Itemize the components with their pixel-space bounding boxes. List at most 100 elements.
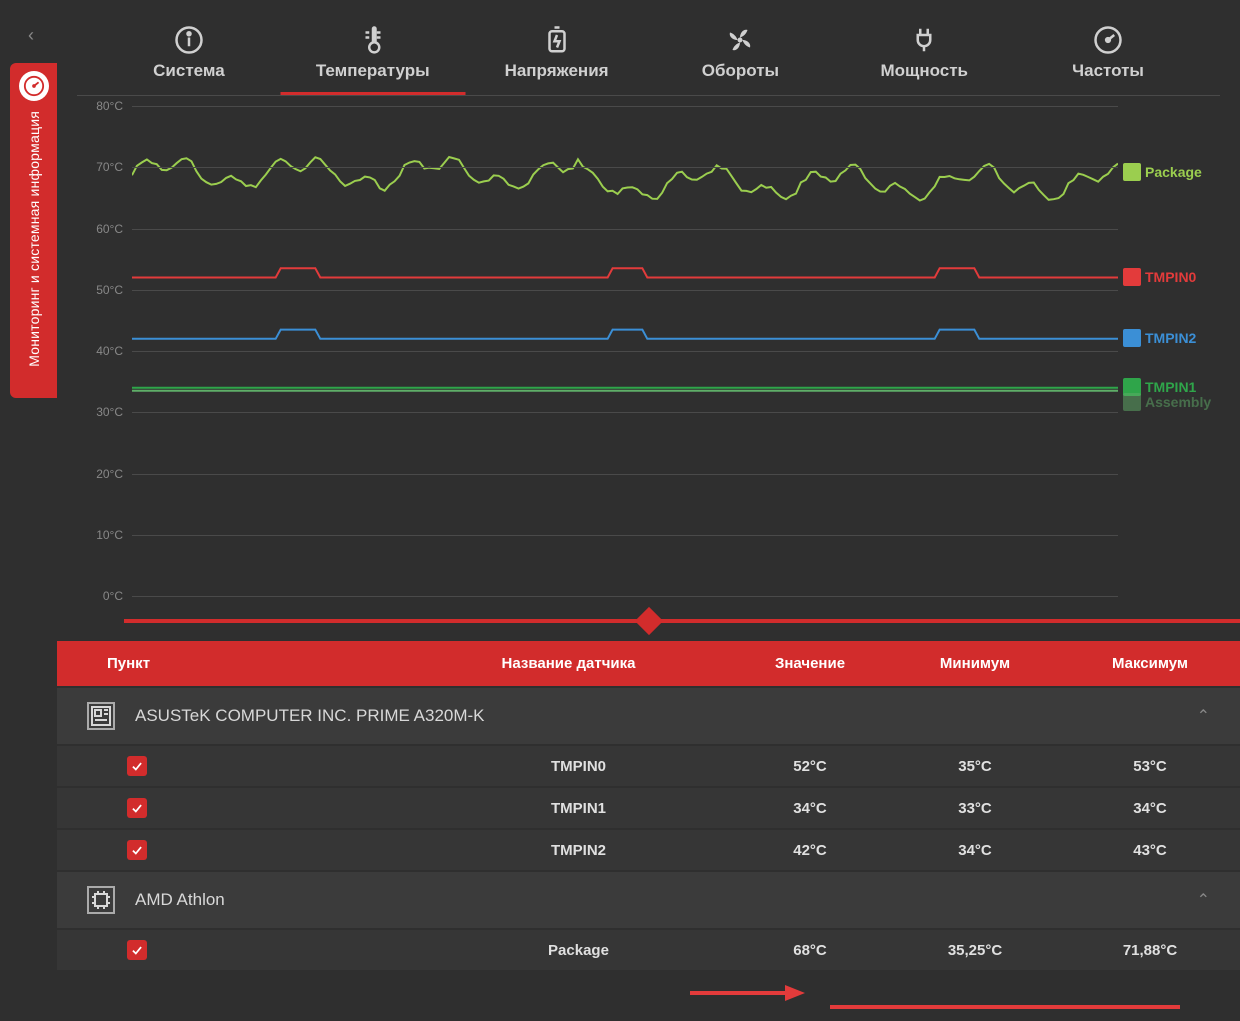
cell-min: 35,25°C xyxy=(890,942,1060,959)
tab-power[interactable]: Мощность xyxy=(832,25,1016,95)
legend-swatch xyxy=(1123,268,1141,286)
col-value: Значение xyxy=(730,655,890,672)
tab-volt[interactable]: Напряжения xyxy=(465,25,649,95)
tab-label: Температуры xyxy=(281,61,465,81)
tab-label: Частоты xyxy=(1016,61,1200,81)
legend-item-assembly[interactable]: Assembly xyxy=(1123,393,1211,411)
legend-label: Package xyxy=(1145,164,1202,180)
table-header-row: Пункт Название датчика Значение Минимум … xyxy=(57,641,1240,686)
plug-icon xyxy=(832,25,1016,55)
chart-line-tmpin2 xyxy=(132,330,1118,339)
cell-min: 33°C xyxy=(890,800,1060,817)
ytick-label: 70°C xyxy=(96,160,123,174)
chevron-up-icon: ⌃ xyxy=(1197,890,1210,910)
ytick-label: 30°C xyxy=(96,405,123,419)
ytick-label: 50°C xyxy=(96,283,123,297)
cell-max: 43°C xyxy=(1060,842,1240,859)
motherboard-icon xyxy=(87,702,115,730)
main-panel: Система Температуры Напряжения Обороты М… xyxy=(57,0,1240,1021)
tab-label: Система xyxy=(97,61,281,81)
ytick-label: 20°C xyxy=(96,467,123,481)
temperature-chart: 0°C10°C20°C30°C40°C50°C60°C70°C80°C Pack… xyxy=(77,106,1220,596)
tab-fans[interactable]: Обороты xyxy=(648,25,832,95)
legend-swatch xyxy=(1123,393,1141,411)
legend-swatch xyxy=(1123,329,1141,347)
row-checkbox[interactable] xyxy=(127,798,147,818)
chart-plot-area xyxy=(132,106,1118,596)
gridline xyxy=(132,351,1118,352)
slider-track xyxy=(124,619,1240,623)
ytick-label: 80°C xyxy=(96,99,123,113)
ytick-label: 0°C xyxy=(103,589,123,603)
gridline xyxy=(132,167,1118,168)
sensors-table: Пункт Название датчика Значение Минимум … xyxy=(57,641,1240,970)
table-row: TMPIN2 42°C 34°C 43°C xyxy=(57,830,1240,870)
cell-max: 71,88°C xyxy=(1060,942,1240,959)
gridline xyxy=(132,535,1118,536)
chart-line-tmpin0 xyxy=(132,268,1118,277)
range-slider[interactable] xyxy=(57,611,1240,631)
thermo-icon xyxy=(281,25,465,55)
tab-system[interactable]: Система xyxy=(97,25,281,95)
cell-value: 68°C xyxy=(730,942,890,959)
legend-item-tmpin2[interactable]: TMPIN2 xyxy=(1123,329,1196,347)
tabs-bar: Система Температуры Напряжения Обороты М… xyxy=(57,0,1240,95)
chart-line-package xyxy=(132,157,1118,201)
cell-min: 35°C xyxy=(890,758,1060,775)
legend-item-package[interactable]: Package xyxy=(1123,163,1202,181)
group-header[interactable]: AMD Athlon ⌃ xyxy=(57,872,1240,928)
cell-max: 34°C xyxy=(1060,800,1240,817)
tab-label: Мощность xyxy=(832,61,1016,81)
group-header[interactable]: ASUSTeK COMPUTER INC. PRIME A320M-K ⌃ xyxy=(57,688,1240,744)
sidebar-tab-monitoring[interactable]: Мониторинг и системная информация xyxy=(10,63,57,398)
cell-sensor: TMPIN0 xyxy=(427,758,730,775)
gauge-icon xyxy=(19,71,49,101)
col-sensor: Название датчика xyxy=(407,655,730,672)
gridline xyxy=(132,106,1118,107)
row-checkbox[interactable] xyxy=(127,756,147,776)
tab-label: Обороты xyxy=(648,61,832,81)
legend-label: Assembly xyxy=(1145,394,1211,410)
cell-min: 34°C xyxy=(890,842,1060,859)
gridline xyxy=(132,290,1118,291)
chevron-up-icon: ⌃ xyxy=(1197,706,1210,726)
group-title: ASUSTeK COMPUTER INC. PRIME A320M-K xyxy=(135,706,485,726)
group-title: AMD Athlon xyxy=(135,890,225,910)
gridline xyxy=(132,596,1118,597)
col-max: Максимум xyxy=(1060,655,1240,672)
col-min: Минимум xyxy=(890,655,1060,672)
battery-icon xyxy=(465,25,649,55)
fan-icon xyxy=(648,25,832,55)
legend-item-tmpin0[interactable]: TMPIN0 xyxy=(1123,268,1196,286)
legend-label: TMPIN0 xyxy=(1145,269,1196,285)
divider xyxy=(77,95,1220,96)
cpu-icon xyxy=(87,886,115,914)
cell-sensor: Package xyxy=(427,942,730,959)
cell-sensor: TMPIN2 xyxy=(427,842,730,859)
legend-swatch xyxy=(1123,163,1141,181)
gridline xyxy=(132,229,1118,230)
table-row: TMPIN0 52°C 35°C 53°C xyxy=(57,746,1240,786)
table-row: Package 68°C 35,25°C 71,88°C xyxy=(57,930,1240,970)
tab-label: Напряжения xyxy=(465,61,649,81)
row-checkbox[interactable] xyxy=(127,940,147,960)
cell-max: 53°C xyxy=(1060,758,1240,775)
gauge-icon xyxy=(1016,25,1200,55)
col-item: Пункт xyxy=(107,655,407,672)
chart-yaxis: 0°C10°C20°C30°C40°C50°C60°C70°C80°C xyxy=(77,106,127,596)
gridline xyxy=(132,474,1118,475)
ytick-label: 40°C xyxy=(96,344,123,358)
cell-sensor: TMPIN1 xyxy=(427,800,730,817)
info-icon xyxy=(97,25,281,55)
cell-value: 34°C xyxy=(730,800,890,817)
cell-value: 42°C xyxy=(730,842,890,859)
slider-thumb[interactable] xyxy=(634,607,662,635)
legend-label: TMPIN2 xyxy=(1145,330,1196,346)
table-row: TMPIN1 34°C 33°C 34°C xyxy=(57,788,1240,828)
row-checkbox[interactable] xyxy=(127,840,147,860)
sidebar-label: Мониторинг и системная информация xyxy=(26,111,42,367)
tab-temps[interactable]: Температуры xyxy=(281,25,465,95)
ytick-label: 60°C xyxy=(96,222,123,236)
back-button[interactable]: ‹ xyxy=(28,25,34,46)
tab-freq[interactable]: Частоты xyxy=(1016,25,1200,95)
